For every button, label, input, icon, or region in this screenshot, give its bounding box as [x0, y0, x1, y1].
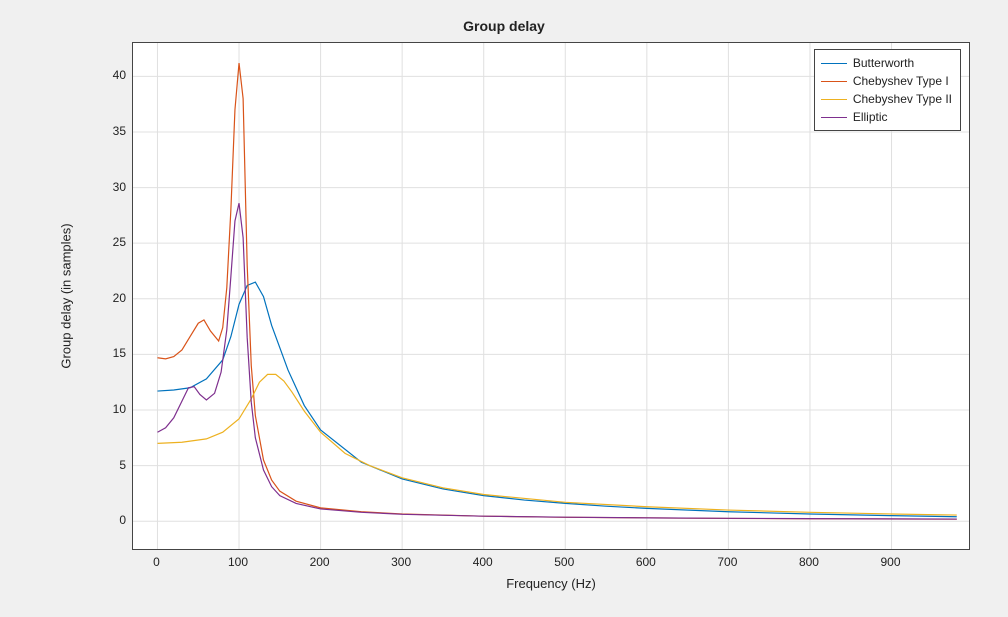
- legend-label: Chebyshev Type I: [853, 74, 949, 88]
- legend-swatch: [821, 63, 847, 64]
- y-tick-label: 5: [86, 458, 126, 472]
- x-tick-label: 700: [717, 555, 737, 569]
- chart-title: Group delay: [0, 18, 1008, 34]
- y-tick-label: 10: [86, 402, 126, 416]
- y-tick-label: 20: [86, 291, 126, 305]
- legend-swatch: [821, 81, 847, 82]
- y-tick-label: 0: [86, 513, 126, 527]
- data-series: [157, 63, 956, 519]
- series-elliptic: [157, 203, 956, 519]
- y-axis-label: Group delay (in samples): [59, 223, 74, 368]
- series-chebyshev-type-i: [157, 63, 956, 519]
- figure-window: Group delay Butterworth Chebyshev Type I C…: [0, 0, 1008, 617]
- legend-swatch: [821, 99, 847, 100]
- x-tick-label: 0: [153, 555, 160, 569]
- y-tick-label: 40: [86, 68, 126, 82]
- x-axis-label: Frequency (Hz): [132, 576, 970, 591]
- x-tick-label: 200: [310, 555, 330, 569]
- y-tick-label: 25: [86, 235, 126, 249]
- x-tick-label: 500: [554, 555, 574, 569]
- y-tick-label: 15: [86, 346, 126, 360]
- legend-entry: Chebyshev Type II: [821, 90, 952, 108]
- x-tick-label: 800: [799, 555, 819, 569]
- y-tick-label: 35: [86, 124, 126, 138]
- legend-label: Elliptic: [853, 110, 888, 124]
- x-tick-label: 900: [881, 555, 901, 569]
- legend-label: Butterworth: [853, 56, 914, 70]
- y-tick-label: 30: [86, 180, 126, 194]
- legend-label: Chebyshev Type II: [853, 92, 952, 106]
- legend-entry: Chebyshev Type I: [821, 72, 952, 90]
- x-tick-label: 300: [391, 555, 411, 569]
- axes: Butterworth Chebyshev Type I Chebyshev Typ…: [132, 42, 970, 550]
- legend-swatch: [821, 117, 847, 118]
- series-chebyshev-type-ii: [157, 374, 956, 515]
- x-tick-label: 400: [473, 555, 493, 569]
- legend-entry: Elliptic: [821, 108, 952, 126]
- legend: Butterworth Chebyshev Type I Chebyshev Typ…: [814, 49, 961, 131]
- legend-entry: Butterworth: [821, 54, 952, 72]
- x-tick-label: 600: [636, 555, 656, 569]
- x-tick-label: 100: [228, 555, 248, 569]
- series-butterworth: [157, 282, 956, 517]
